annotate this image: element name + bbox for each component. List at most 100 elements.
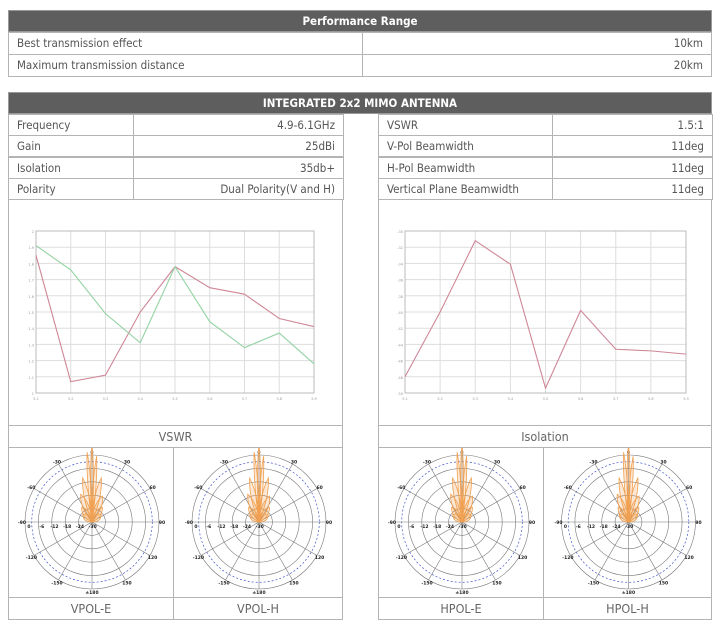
angle-label: 30 [291, 459, 297, 465]
angle-label: 90 [695, 520, 701, 526]
angle-label: -150 [51, 581, 62, 587]
polar-spoke [58, 521, 93, 581]
vswr-chart-box: 1 1.1 1.2 1.3 1.4 1.5 1.6 1.7 1.8 1.9 2 5.1 5.2 5.3 5.… [8, 199, 343, 426]
angle-label: 60 [519, 485, 525, 491]
radial-label: -12 [217, 524, 225, 530]
angle-label: 30 [124, 459, 130, 465]
spec-value: 11deg [552, 156, 713, 179]
angle-label: 120 [518, 555, 527, 561]
polar-plot-title: VPOL-H [173, 597, 343, 620]
radial-label: -24 [446, 524, 454, 530]
x-tick-label: 5.1 [33, 397, 39, 401]
polar-chart: 0306090120150±180-150-120-90-60-300-6-12… [185, 443, 332, 596]
x-tick-label: 5.7 [242, 397, 248, 401]
polar-spoke [428, 521, 463, 581]
angle-label: ±180 [85, 590, 98, 596]
angle-label: 30 [660, 459, 666, 465]
y-tick-label: -36 [397, 279, 403, 283]
polar-chart: 0306090120150±180-150-120-90-60-300-6-12… [554, 443, 702, 596]
angle-label: -120 [396, 555, 407, 561]
y-tick-label: -42 [397, 327, 403, 331]
x-tick-label: 5.4 [508, 397, 514, 401]
spec-label: Vertical Plane Beamwidth [378, 177, 553, 200]
angle-label: 90 [159, 520, 165, 526]
spec-value: Dual Polarity(V and H) [133, 177, 344, 200]
x-tick-label: 5.9 [311, 397, 317, 401]
angle-label: -30 [589, 459, 597, 465]
x-tick-label: 5.7 [613, 397, 619, 401]
radial-label: -18 [600, 524, 608, 530]
angle-label: -60 [397, 485, 405, 491]
angle-label: 150 [122, 581, 131, 587]
y-tick-label: 1.1 [28, 376, 34, 380]
angle-label: -30 [220, 459, 228, 465]
x-tick-label: 5.5 [543, 397, 549, 401]
spec-label: Polarity [8, 177, 134, 200]
radial-label: -18 [433, 524, 441, 530]
polar-spoke [258, 521, 293, 581]
spec-label: Isolation [8, 156, 134, 179]
y-tick-label: -38 [397, 295, 403, 299]
radial-label: -24 [612, 524, 620, 530]
angle-label: 150 [659, 581, 668, 587]
x-tick-label: 5.8 [648, 397, 654, 401]
polar-spoke [258, 521, 318, 556]
performance-header: Performance Range [8, 10, 712, 32]
radial-label: -30 [625, 524, 633, 530]
polar-plot-title: VPOL-E [8, 597, 174, 620]
vswr-chart: 1 1.1 1.2 1.3 1.4 1.5 1.6 1.7 1.8 1.9 2 5.1 5.2 5.3 5.… [28, 230, 317, 401]
angle-label: ±180 [455, 590, 468, 596]
radial-label: -6 [576, 524, 581, 530]
angle-label: -150 [421, 581, 432, 587]
row-label: Maximum transmission distance [8, 54, 363, 77]
row-value: 10km [362, 32, 712, 55]
angle-label: -60 [564, 485, 572, 491]
polar-plot-title: HPOL-H [543, 597, 712, 620]
angle-label: -120 [26, 555, 37, 561]
angle-label: -150 [218, 581, 229, 587]
isolation-chart-title: Isolation [378, 425, 712, 448]
spec-label: Gain [8, 135, 134, 158]
row-value: 20km [362, 54, 712, 77]
angle-label: -120 [193, 555, 204, 561]
radial-label: -12 [587, 524, 595, 530]
angle-label: -120 [562, 555, 573, 561]
angle-label: 120 [684, 555, 693, 561]
spec-label: VSWR [378, 114, 553, 136]
y-tick-label: -40 [397, 311, 403, 315]
polar-spoke [91, 521, 151, 556]
x-tick-label: 5.2 [68, 397, 74, 401]
polar-plot-hpol-e: 0306090120150±180-150-120-90-60-300-6-12… [378, 443, 544, 598]
vswr-chart-title: VSWR [8, 425, 343, 448]
angle-label: 60 [149, 485, 155, 491]
x-tick-label: 5.4 [137, 397, 143, 401]
y-tick-label: 1.2 [28, 360, 34, 364]
y-tick-label: 1.8 [28, 262, 34, 266]
radial-label: 0 [27, 524, 30, 530]
polar-spoke [461, 521, 521, 556]
angle-label: 90 [529, 520, 535, 526]
angle-label: ±180 [252, 590, 265, 596]
angle-label: 30 [494, 459, 500, 465]
radial-label: -24 [243, 524, 251, 530]
radial-label: -18 [230, 524, 238, 530]
spec-value: 1.5:1 [552, 114, 713, 136]
angle-label: -90 [554, 520, 562, 526]
angle-label: -60 [194, 485, 202, 491]
polar-chart: 0306090120150±180-150-120-90-60-300-6-12… [18, 443, 165, 596]
radial-label: -6 [409, 524, 414, 530]
y-tick-label: 1.6 [28, 295, 34, 299]
x-tick-label: 5.2 [437, 397, 443, 401]
y-tick-label: -48 [397, 376, 403, 380]
y-tick-label: 1.5 [28, 311, 34, 315]
radial-label: -30 [459, 524, 467, 530]
angle-label: 60 [316, 485, 322, 491]
spec-label: V-Pol Beamwidth [378, 135, 553, 158]
angle-label: -90 [388, 520, 396, 526]
radial-label: 0 [397, 524, 400, 530]
isolation-chart: -50 -48 -46 -44 -42 -40 -38 -36 -34 -32 -30 5.1 5.2 5… [397, 230, 689, 401]
spec-value: 35db+ [133, 156, 344, 179]
polar-plot-vpol-h: 0306090120150±180-150-120-90-60-300-6-12… [173, 443, 343, 598]
angle-label: 60 [686, 485, 692, 491]
y-tick-label: 1.9 [28, 246, 34, 250]
